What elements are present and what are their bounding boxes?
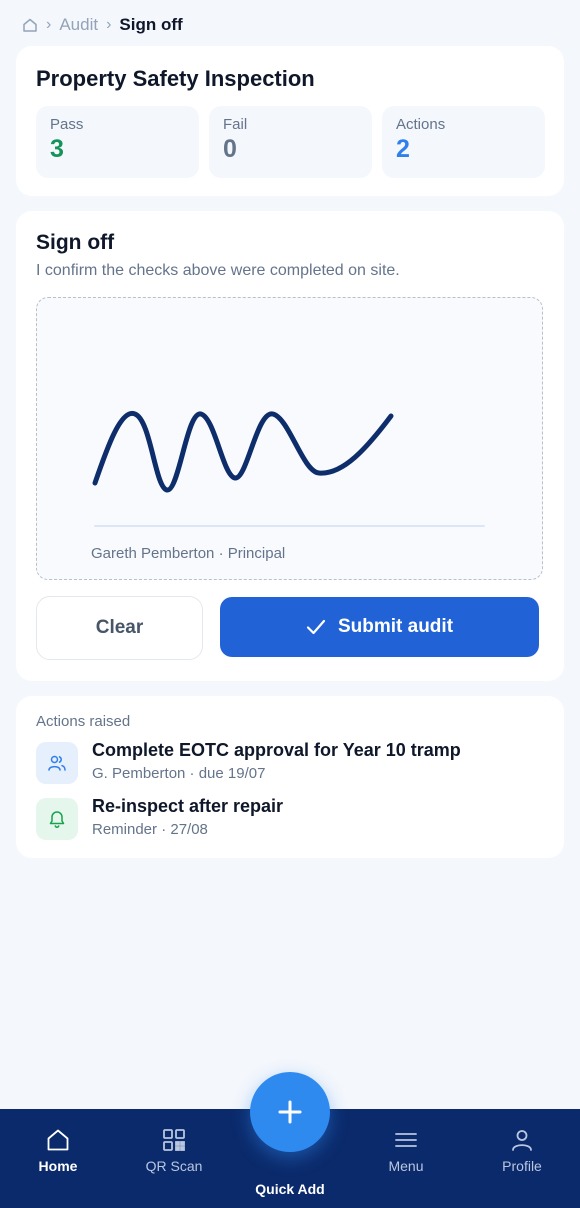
signature-pad[interactable]: Gareth Pemberton · Principal bbox=[36, 297, 543, 580]
actions-raised-card: Actions raised Complete EOTC approval fo… bbox=[16, 696, 564, 858]
nav-label: Profile bbox=[502, 1158, 542, 1174]
stat-value: 2 bbox=[396, 135, 410, 163]
signoff-title: Sign off bbox=[36, 231, 115, 254]
qr-icon bbox=[161, 1127, 187, 1153]
inspection-summary-card: Property Safety Inspection Pass 3 Fail 0… bbox=[16, 46, 564, 196]
chevron-right-icon: › bbox=[106, 16, 112, 33]
submit-audit-button[interactable]: Submit audit bbox=[220, 597, 539, 657]
stats-row: Pass 3 Fail 0 Actions 2 bbox=[36, 106, 545, 178]
stat-label: Pass bbox=[50, 116, 84, 133]
signoff-card: Sign off I confirm the checks above were… bbox=[16, 211, 564, 681]
stat-label: Actions bbox=[396, 116, 446, 133]
chevron-right-icon: › bbox=[46, 16, 52, 33]
action-subtitle: G. Pemberton · due 19/07 bbox=[92, 765, 266, 782]
quick-add-button[interactable] bbox=[250, 1072, 330, 1152]
menu-icon bbox=[393, 1127, 419, 1153]
signature-stroke bbox=[92, 411, 394, 493]
nav-home[interactable]: Home bbox=[8, 1127, 108, 1174]
nav-label: QR Scan bbox=[145, 1158, 203, 1174]
stat-value: 0 bbox=[223, 135, 237, 163]
breadcrumb: › Audit › Sign off bbox=[22, 14, 183, 36]
clear-button[interactable]: Clear bbox=[36, 596, 203, 660]
page-title: Property Safety Inspection bbox=[36, 66, 315, 91]
action-title: Re-inspect after repair bbox=[92, 796, 284, 816]
stat-fail: Fail 0 bbox=[209, 106, 372, 178]
nav-menu[interactable]: Menu bbox=[356, 1127, 456, 1174]
home-icon[interactable] bbox=[22, 17, 38, 33]
submit-audit-label: Submit audit bbox=[337, 616, 454, 637]
list-item[interactable]: Re-inspect after repair Reminder · 27/08 bbox=[36, 796, 284, 840]
nav-profile[interactable]: Profile bbox=[472, 1127, 572, 1174]
nav-label: Home bbox=[38, 1158, 78, 1174]
nav-qr-scan[interactable]: QR Scan bbox=[124, 1127, 224, 1174]
check-icon bbox=[306, 619, 326, 635]
signoff-confirmation: I confirm the checks above were complete… bbox=[36, 262, 400, 279]
breadcrumb-current: Sign off bbox=[119, 15, 183, 34]
plus-icon bbox=[276, 1098, 304, 1126]
nav-label: Menu bbox=[388, 1158, 424, 1174]
bell-icon bbox=[36, 798, 78, 840]
stat-value: 3 bbox=[50, 135, 64, 163]
actions-heading: Actions raised bbox=[36, 713, 131, 730]
signer-name: Gareth Pemberton · Principal bbox=[91, 545, 286, 562]
stat-pass: Pass 3 bbox=[36, 106, 199, 178]
profile-icon bbox=[509, 1127, 535, 1153]
action-subtitle: Reminder · 27/08 bbox=[92, 821, 208, 838]
signature-line bbox=[94, 525, 485, 527]
breadcrumb-audit[interactable]: Audit bbox=[59, 15, 98, 35]
stat-actions: Actions 2 bbox=[382, 106, 545, 178]
quick-add-label: Quick Add bbox=[255, 1181, 325, 1197]
people-icon bbox=[36, 742, 78, 784]
list-item[interactable]: Complete EOTC approval for Year 10 tramp… bbox=[36, 740, 461, 784]
home-icon bbox=[45, 1127, 71, 1153]
action-title: Complete EOTC approval for Year 10 tramp bbox=[92, 740, 461, 760]
stat-label: Fail bbox=[223, 116, 248, 133]
